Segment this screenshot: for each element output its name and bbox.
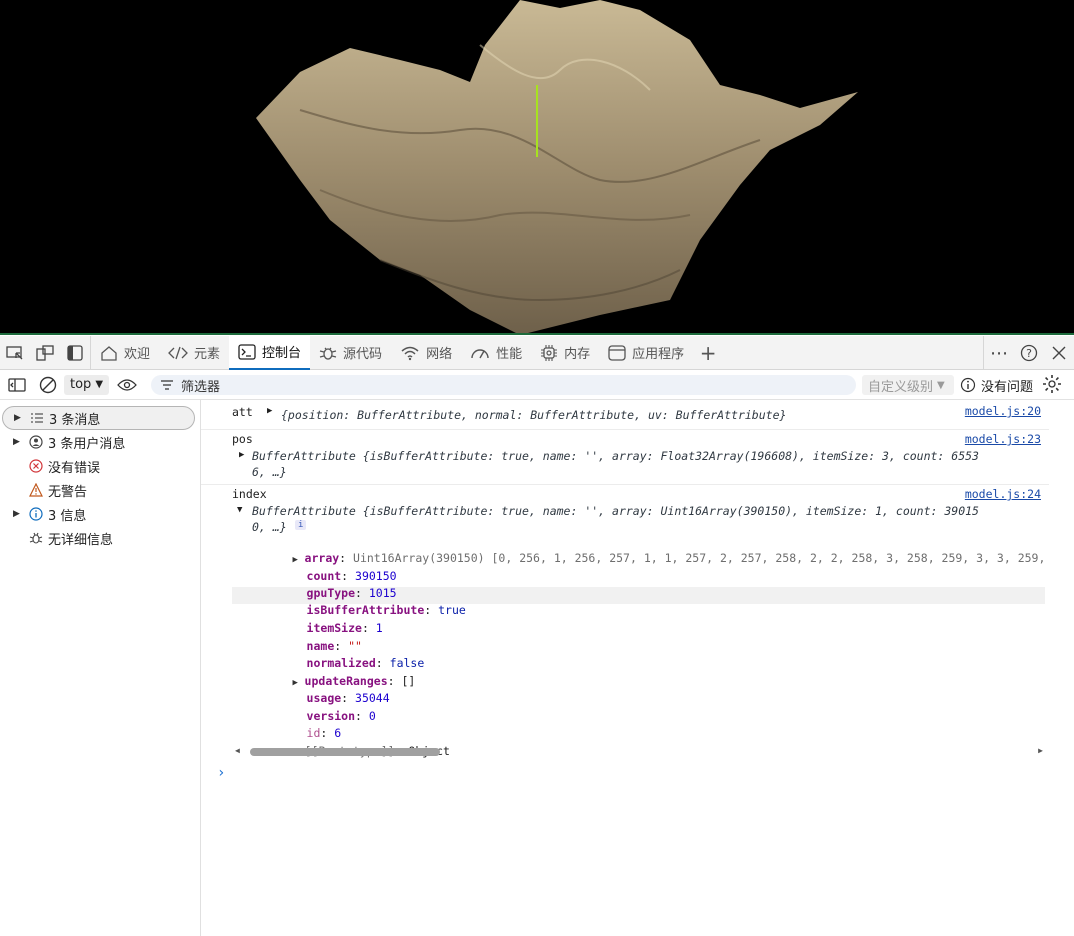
console-message: index model.js:24 ▼ BufferAttribute {isB… — [201, 485, 1049, 770]
list-icon — [30, 411, 44, 425]
scroll-right-icon[interactable]: ▶ — [1038, 746, 1043, 755]
sidebar-label: 无警告 — [48, 484, 88, 500]
sidebar-label: 3 条用户消息 — [48, 436, 126, 452]
help-icon[interactable]: ? — [1014, 336, 1044, 370]
object-preview[interactable]: BufferAttribute {isBufferAttribute: true… — [252, 504, 979, 518]
user-icon — [29, 435, 43, 449]
code-icon — [168, 345, 188, 361]
object-preview[interactable]: {position: BufferAttribute, normal: Buff… — [281, 408, 786, 422]
tab-label: 内存 — [564, 347, 591, 362]
tab-label: 网络 — [426, 347, 453, 362]
warning-icon — [29, 483, 43, 497]
console-settings-gear-icon[interactable] — [1042, 374, 1062, 397]
tab-performance[interactable]: 性能 — [461, 336, 531, 370]
horizontal-scrollbar[interactable]: ◀ ▶ — [235, 746, 1043, 758]
object-preview-continued: 0, …} — [252, 520, 287, 534]
console-message: att ▶ {position: BufferAttribute, normal… — [201, 400, 1049, 430]
scroll-left-icon[interactable]: ◀ — [235, 746, 240, 755]
tab-application[interactable]: 应用程序 — [599, 336, 693, 370]
devtools-tabbar: 欢迎 元素 控制台 源代码 网络 性能 内存 应用程序 + ⋯ ? — [0, 335, 1074, 370]
context-selector[interactable]: top ▼ — [64, 374, 110, 395]
console-icon — [238, 343, 256, 360]
dropdown-arrow-icon: ▼ — [95, 379, 104, 390]
tab-welcome[interactable]: 欢迎 — [91, 336, 159, 370]
context-label: top — [70, 377, 92, 392]
expand-arrow-icon[interactable]: ▶ — [13, 437, 20, 447]
filter-icon — [161, 380, 173, 390]
message-label: index — [232, 487, 267, 501]
sidebar-item-warnings[interactable]: 无警告 — [0, 478, 200, 502]
console-prompt-icon[interactable]: › — [217, 765, 225, 781]
sidebar-label: 无详细信息 — [48, 532, 114, 548]
object-preview-continued: 6, …} — [252, 465, 287, 479]
tab-label: 欢迎 — [124, 347, 151, 362]
bug-icon — [319, 345, 337, 361]
info-circle-icon — [960, 377, 976, 393]
console-toolbar: top ▼ 筛选器 自定义级别 ▼ 没有问题 — [0, 370, 1074, 400]
tab-console[interactable]: 控制台 — [229, 335, 311, 370]
tab-label: 应用程序 — [632, 347, 685, 362]
expand-arrow-icon[interactable]: ▶ — [13, 509, 20, 519]
device-emulation-icon[interactable] — [30, 336, 60, 370]
terrain-mesh — [256, 0, 858, 333]
sidebar-item-messages[interactable]: ▶ 3 条消息 — [2, 406, 195, 430]
sidebar-label: 3 信息 — [48, 508, 87, 524]
terrain-render — [256, 0, 858, 333]
scrollbar-thumb[interactable] — [250, 748, 440, 756]
tab-network[interactable]: 网络 — [391, 336, 461, 370]
sidebar-label: 3 条消息 — [49, 412, 101, 428]
dock-sidebar-icon[interactable] — [60, 335, 91, 370]
window-icon — [608, 344, 626, 361]
source-link[interactable]: model.js:23 — [965, 432, 1041, 446]
tab-label: 性能 — [496, 347, 523, 362]
svg-text:?: ? — [1026, 347, 1032, 360]
chevron-down-icon: ▼ — [937, 379, 945, 391]
error-icon — [29, 459, 43, 473]
log-levels-dropdown[interactable]: 自定义级别 ▼ — [862, 375, 954, 395]
issues-button[interactable]: 没有问题 — [960, 375, 1033, 395]
tab-sources[interactable]: 源代码 — [310, 336, 391, 370]
wifi-icon — [400, 345, 420, 361]
expand-arrow-icon[interactable]: ▶ — [267, 406, 272, 416]
source-link[interactable]: model.js:20 — [965, 404, 1041, 418]
object-preview[interactable]: BufferAttribute {isBufferAttribute: true… — [252, 449, 979, 463]
source-link[interactable]: model.js:24 — [965, 487, 1041, 501]
clear-console-icon[interactable] — [34, 368, 62, 402]
live-expression-eye-icon[interactable] — [109, 368, 145, 402]
gauge-icon — [470, 345, 490, 361]
filter-input[interactable]: 筛选器 — [151, 375, 856, 395]
sidebar-item-errors[interactable]: 没有错误 — [0, 454, 200, 478]
issues-label: 没有问题 — [981, 379, 1034, 395]
levels-label: 自定义级别 — [868, 379, 934, 395]
close-devtools-icon[interactable] — [1044, 336, 1074, 370]
sidebar-item-user-messages[interactable]: ▶ 3 条用户消息 — [0, 430, 200, 454]
collapse-arrow-icon[interactable]: ▼ — [237, 505, 242, 515]
tab-label: 控制台 — [262, 346, 302, 361]
sidebar-label: 没有错误 — [48, 460, 101, 476]
tab-elements[interactable]: 元素 — [159, 336, 229, 370]
tab-label: 元素 — [194, 347, 221, 362]
add-tab-button[interactable]: + — [693, 336, 723, 370]
tab-memory[interactable]: 内存 — [531, 336, 599, 370]
chip-icon — [540, 344, 558, 362]
console-output[interactable]: att ▶ {position: BufferAttribute, normal… — [201, 400, 1074, 936]
expand-arrow-icon[interactable]: ▶ — [14, 413, 21, 423]
filter-placeholder: 筛选器 — [181, 379, 221, 395]
message-label: att — [232, 405, 253, 419]
info-badge[interactable]: i — [295, 520, 307, 530]
webgl-canvas[interactable] — [0, 0, 1074, 335]
console-sidebar: ▶ 3 条消息 ▶ 3 条用户消息 没有错误 无警告 ▶ 3 信息 无详细信息 — [0, 400, 201, 936]
message-label: pos — [232, 432, 253, 446]
home-icon — [100, 345, 118, 361]
tab-label: 源代码 — [343, 347, 383, 362]
expand-arrow-icon[interactable]: ▶ — [239, 450, 244, 460]
more-tools-icon[interactable]: ⋯ — [984, 336, 1014, 370]
console-message: pos model.js:23 ▶ BufferAttribute {isBuf… — [201, 430, 1049, 485]
sidebar-item-verbose[interactable]: 无详细信息 — [0, 526, 200, 550]
info-icon — [29, 507, 43, 521]
show-sidebar-icon[interactable] — [0, 368, 34, 402]
sidebar-item-info[interactable]: ▶ 3 信息 — [0, 502, 200, 526]
verbose-bug-icon — [29, 531, 43, 545]
inspect-icon[interactable] — [0, 336, 30, 370]
